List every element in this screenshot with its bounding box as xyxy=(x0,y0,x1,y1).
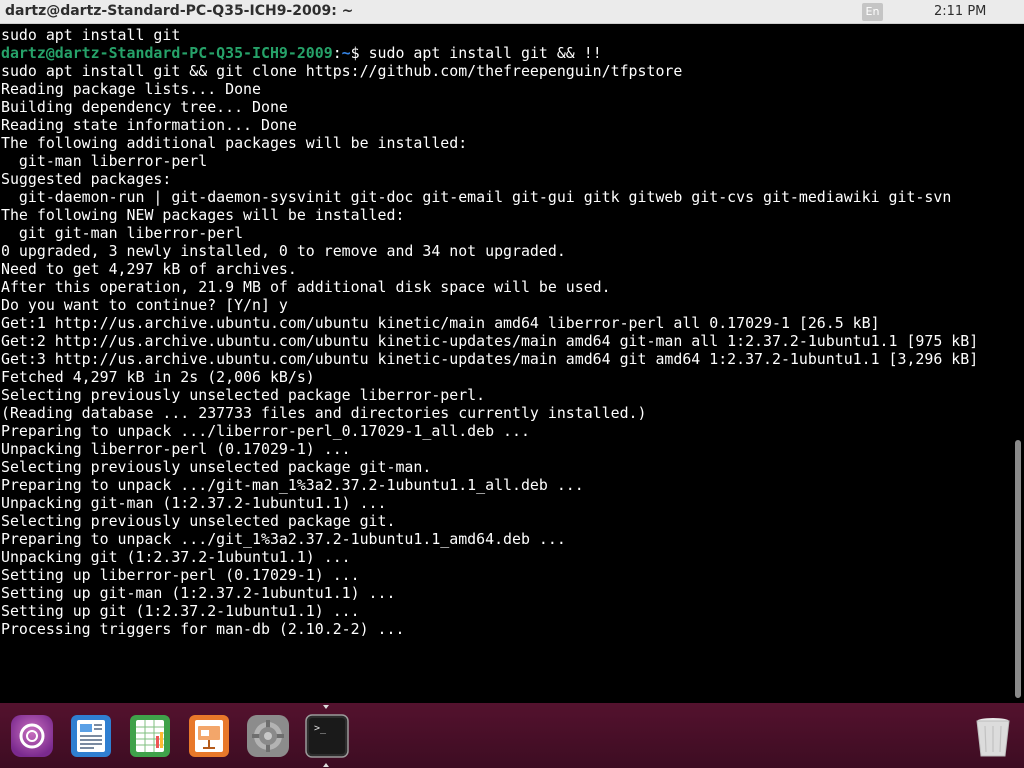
terminal-line: 0 upgraded, 3 newly installed, 0 to remo… xyxy=(1,242,566,260)
terminal-line: Selecting previously unselected package … xyxy=(1,512,396,530)
terminal-line: Unpacking liberror-perl (0.17029-1) ... xyxy=(1,440,351,458)
svg-text:>_: >_ xyxy=(314,723,327,734)
terminal-line: (Reading database ... 237733 files and d… xyxy=(1,404,647,422)
terminal-scrollbar-thumb[interactable] xyxy=(1015,440,1021,698)
terminal-line: Unpacking git (1:2.37.2-1ubuntu1.1) ... xyxy=(1,548,351,566)
prompt-user-host: dartz@dartz-Standard-PC-Q35-ICH9-2009 xyxy=(1,44,333,62)
prompt-separator: : xyxy=(332,44,342,62)
terminal-line: Building dependency tree... Done xyxy=(1,98,288,116)
terminal-line: Do you want to continue? [Y/n] y xyxy=(1,296,288,314)
dock-item-calc[interactable] xyxy=(128,714,172,758)
dock-item-app-center[interactable] xyxy=(10,714,54,758)
dock-item-writer[interactable] xyxy=(69,714,113,758)
settings-gear-icon xyxy=(247,715,289,757)
terminal-line: Setting up git (1:2.37.2-1ubuntu1.1) ... xyxy=(1,602,360,620)
terminal-line: Fetched 4,297 kB in 2s (2,006 kB/s) xyxy=(1,368,315,386)
running-indicator-bottom xyxy=(323,763,329,767)
terminal-line: Need to get 4,297 kB of archives. xyxy=(1,260,297,278)
terminal-window[interactable]: sudo apt install git dartz@dartz-Standar… xyxy=(0,25,1012,701)
terminal-line: Suggested packages: xyxy=(1,170,172,188)
running-indicator-top xyxy=(323,705,329,709)
terminal-line: git git-man liberror-perl xyxy=(1,224,244,242)
terminal-line: Preparing to unpack .../git-man_1%3a2.37… xyxy=(1,476,584,494)
terminal-line: Processing triggers for man-db (2.10.2-2… xyxy=(1,620,405,638)
terminal-line: Preparing to unpack .../liberror-perl_0.… xyxy=(1,422,530,440)
prompt-path: ~ xyxy=(341,44,351,62)
writer-document-icon xyxy=(71,715,111,757)
terminal-line: Reading state information... Done xyxy=(1,116,297,134)
terminal-line: Reading package lists... Done xyxy=(1,80,261,98)
input-language-indicator[interactable]: En xyxy=(862,3,883,21)
terminal-icon: >_ xyxy=(305,714,349,758)
terminal-line: After this operation, 21.9 MB of additio… xyxy=(1,278,611,296)
prompt-symbol: $ xyxy=(350,44,369,62)
terminal-line: Unpacking git-man (1:2.37.2-1ubuntu1.1) … xyxy=(1,494,387,512)
dock-item-settings[interactable] xyxy=(246,714,290,758)
terminal-line: Get:2 http://us.archive.ubuntu.com/ubunt… xyxy=(1,332,979,350)
prompt-command: sudo apt install git && !! xyxy=(368,44,602,62)
app-center-icon xyxy=(11,715,53,757)
dock: >_ xyxy=(0,703,1024,768)
terminal-line: Selecting previously unselected package … xyxy=(1,386,486,404)
terminal-line: Get:1 http://us.archive.ubuntu.com/ubunt… xyxy=(1,314,880,332)
terminal-line: Setting up git-man (1:2.37.2-1ubuntu1.1)… xyxy=(1,584,396,602)
terminal-line: sudo apt install git xyxy=(1,26,181,44)
terminal-line: Setting up liberror-perl (0.17029-1) ... xyxy=(1,566,360,584)
dock-item-impress[interactable] xyxy=(187,714,231,758)
top-bar: dartz@dartz-Standard-PC-Q35-ICH9-2009: ~… xyxy=(0,0,1024,24)
terminal-line: sudo apt install git && git clone https:… xyxy=(1,62,683,80)
terminal-line: The following NEW packages will be insta… xyxy=(1,206,405,224)
terminal-line: Get:3 http://us.archive.ubuntu.com/ubunt… xyxy=(1,350,979,368)
impress-presentation-icon xyxy=(189,715,229,757)
clock[interactable]: 2:11 PM xyxy=(934,4,986,19)
terminal-line: Selecting previously unselected package … xyxy=(1,458,432,476)
calc-spreadsheet-icon xyxy=(130,715,170,757)
dock-item-terminal[interactable]: >_ xyxy=(305,714,349,758)
dock-item-trash[interactable] xyxy=(971,714,1015,758)
terminal-line: Preparing to unpack .../git_1%3a2.37.2-1… xyxy=(1,530,566,548)
trash-icon xyxy=(976,718,1010,757)
window-title: dartz@dartz-Standard-PC-Q35-ICH9-2009: ~ xyxy=(5,3,354,19)
terminal-output: sudo apt install git dartz@dartz-Standar… xyxy=(1,26,978,638)
terminal-line: git-man liberror-perl xyxy=(1,152,208,170)
terminal-line: The following additional packages will b… xyxy=(1,134,468,152)
terminal-line: git-daemon-run | git-daemon-sysvinit git… xyxy=(1,188,952,206)
terminal-prompt-line: dartz@dartz-Standard-PC-Q35-ICH9-2009:~$… xyxy=(1,44,978,62)
